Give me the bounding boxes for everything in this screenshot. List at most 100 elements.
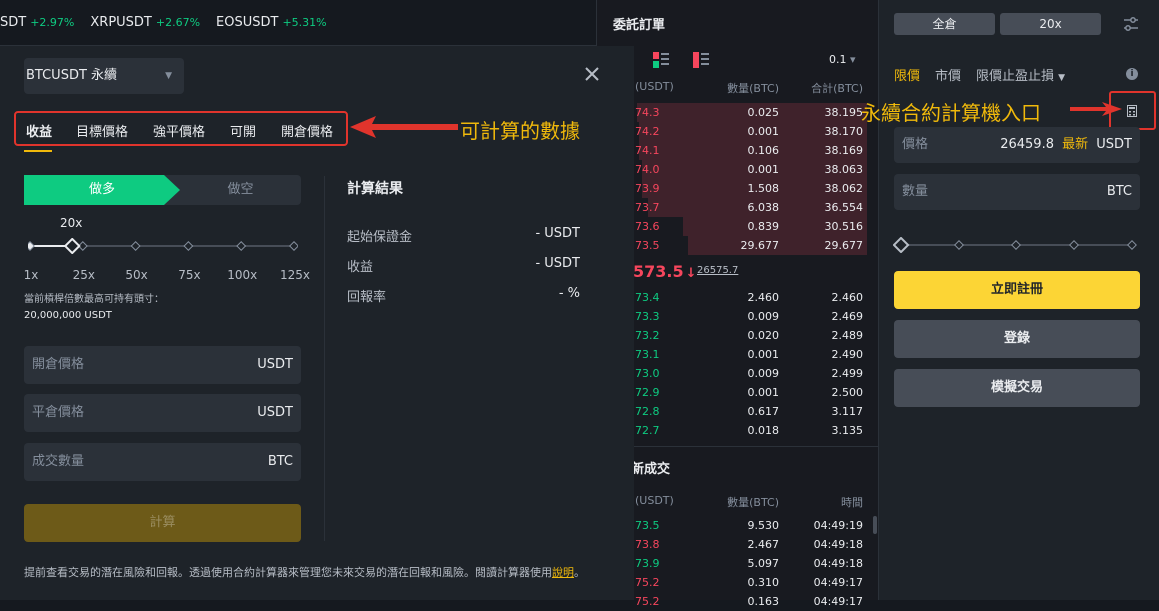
- register-button[interactable]: 立即註冊: [894, 271, 1140, 309]
- trade-price: 73.5: [635, 519, 660, 532]
- trade-time: 04:49:18: [813, 538, 863, 551]
- bid-price[interactable]: 73.1: [635, 345, 660, 364]
- bid-total: 2.469: [831, 310, 864, 323]
- bid-price[interactable]: 72.7: [635, 421, 660, 440]
- ask-total: 38.062: [824, 182, 864, 195]
- slider-mark[interactable]: [289, 241, 299, 251]
- ask-qty: 0.025: [747, 106, 780, 119]
- entry-price-field[interactable]: 開倉價格 USDT: [24, 346, 301, 384]
- symbol-select[interactable]: BTCUSDT 永續 ▼: [24, 58, 184, 94]
- ticker-item[interactable]: SDT +2.97%: [0, 15, 74, 30]
- divider: [597, 446, 879, 447]
- footer-note: 提前查看交易的潛在風險和回報。透過使用合約計算器來管理您未來交易的潛在回報和風險…: [24, 566, 585, 579]
- close-icon[interactable]: [582, 64, 602, 84]
- trade-time: 04:49:18: [813, 557, 863, 570]
- trade-qty: 0.163: [747, 595, 780, 608]
- login-button[interactable]: 登錄: [894, 320, 1140, 358]
- max-position-label: 當前槓桿倍數最高可持有頭寸：: [24, 294, 164, 305]
- order-book-panel: 委託訂單 0.1 ▾ (USDT) 數量(BTC) 合計(BTC) 74.3 0.…: [596, 0, 879, 608]
- field-label: 平倉價格: [32, 405, 85, 420]
- tab-market[interactable]: 市價: [935, 65, 961, 84]
- leverage-mark-label: 75x: [178, 268, 201, 282]
- slider-handle[interactable]: [63, 237, 81, 255]
- ticker-item[interactable]: XRPUSDT +2.67%: [90, 15, 200, 30]
- tab-max-open[interactable]: 可開: [230, 121, 256, 140]
- scrollbar[interactable]: [873, 516, 877, 534]
- margin-mode-button[interactable]: 全倉: [894, 13, 995, 35]
- slider-mark[interactable]: [236, 241, 247, 251]
- ask-price[interactable]: 74.0: [635, 160, 660, 179]
- trade-price: 75.2: [635, 576, 660, 589]
- bid-price[interactable]: 72.8: [635, 402, 660, 421]
- info-icon[interactable]: i: [1126, 68, 1138, 80]
- ask-price[interactable]: 73.9: [635, 179, 660, 198]
- ask-price[interactable]: 74.1: [635, 141, 660, 160]
- result-row-pnl: 收益 - USDT: [347, 256, 580, 275]
- leverage-button[interactable]: 20x: [1000, 13, 1101, 35]
- tab-target-price[interactable]: 目標價格: [76, 121, 128, 140]
- slider-mark[interactable]: [130, 241, 141, 251]
- exit-price-field[interactable]: 平倉價格 USDT: [24, 394, 301, 432]
- quantity-field[interactable]: 成交數量 BTC: [24, 443, 301, 481]
- bid-total: 2.499: [831, 367, 864, 380]
- ask-price[interactable]: 74.2: [635, 122, 660, 141]
- quantity-input[interactable]: 數量 BTC: [894, 174, 1140, 210]
- col-price-header: (USDT): [635, 80, 674, 93]
- ask-qty: 1.508: [747, 182, 780, 195]
- result-value: - USDT: [535, 256, 580, 271]
- tab-open-price[interactable]: 開倉價格: [281, 121, 333, 140]
- latest-price-button[interactable]: 最新: [1062, 137, 1088, 152]
- mark-price[interactable]: 26575.7: [697, 265, 738, 276]
- ask-qty: 0.106: [747, 144, 780, 157]
- field-label: 開倉價格: [32, 357, 85, 372]
- field-unit: USDT: [257, 357, 293, 372]
- precision-select[interactable]: 0.1 ▾: [829, 53, 856, 66]
- precision-value: 0.1: [829, 53, 847, 66]
- trade-qty: 9.530: [747, 519, 780, 532]
- ask-price[interactable]: 73.6: [635, 217, 660, 236]
- demo-trading-button[interactable]: 模擬交易: [894, 369, 1140, 407]
- ticker-symbol: EOSUSDT: [216, 15, 279, 30]
- ask-total: 30.516: [824, 220, 864, 233]
- symbol-label: BTCUSDT 永續: [26, 68, 118, 83]
- amount-slider[interactable]: [892, 236, 1143, 254]
- caret-down-icon: ▼: [165, 71, 172, 81]
- calculate-button[interactable]: 計算: [24, 504, 301, 542]
- tab-pnl[interactable]: 收益: [26, 121, 52, 140]
- short-button[interactable]: 做空: [180, 175, 301, 205]
- ask-price[interactable]: 73.7: [635, 198, 660, 217]
- field-label: 價格: [902, 137, 929, 152]
- tab-limit[interactable]: 限價: [894, 65, 920, 84]
- long-button[interactable]: 做多: [24, 175, 180, 205]
- ask-price[interactable]: 73.5: [635, 236, 660, 255]
- tab-liquidation-price[interactable]: 強平價格: [153, 121, 205, 140]
- bid-price[interactable]: 73.2: [635, 326, 660, 345]
- settings-sliders-icon[interactable]: [1123, 16, 1139, 32]
- slider-mark[interactable]: [183, 241, 194, 251]
- ask-price[interactable]: 74.3: [635, 103, 660, 122]
- col-total-header: 合計(BTC): [811, 82, 863, 95]
- slider-mark[interactable]: [25, 241, 35, 251]
- bid-price[interactable]: 72.9: [635, 383, 660, 402]
- trade-qty: 5.097: [747, 557, 780, 570]
- bid-qty: 2.460: [747, 291, 780, 304]
- ask-total: 29.677: [824, 239, 864, 252]
- ask-total: 38.170: [824, 125, 864, 138]
- caret-down-icon: ▼: [1058, 73, 1066, 83]
- bid-qty: 0.020: [747, 329, 780, 342]
- bid-price[interactable]: 73.0: [635, 364, 660, 383]
- ticker-change: +5.31%: [282, 16, 327, 29]
- bid-price[interactable]: 73.4: [635, 288, 660, 307]
- result-value: - %: [558, 286, 580, 301]
- ask-qty: 0.001: [747, 163, 780, 176]
- ticker-item[interactable]: EOSUSDT +5.31%: [216, 15, 327, 30]
- book-view-both-icon[interactable]: [653, 52, 669, 68]
- bid-price[interactable]: 73.3: [635, 307, 660, 326]
- footer-link[interactable]: 說明: [552, 566, 574, 579]
- book-view-asks-icon[interactable]: [693, 52, 709, 68]
- price-input[interactable]: 價格 26459.8 最新 USDT: [894, 127, 1140, 163]
- trade-price: 75.2: [635, 595, 660, 608]
- leverage-slider[interactable]: [25, 237, 299, 255]
- tab-stop-limit[interactable]: 限價止盈止損 ▼: [976, 65, 1065, 84]
- result-value: - USDT: [535, 226, 580, 241]
